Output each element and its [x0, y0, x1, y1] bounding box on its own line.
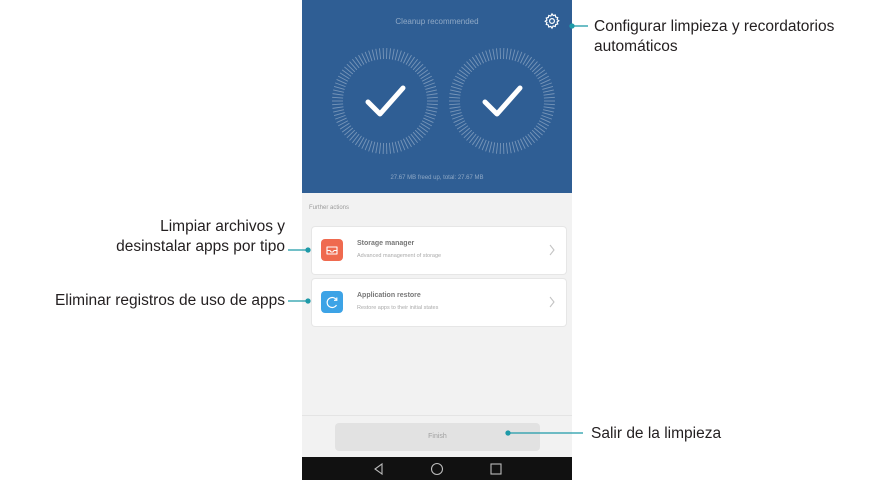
- storage-annotation-line2: desinstalar apps por tipo: [116, 238, 285, 255]
- restore-callout-dot: [305, 298, 311, 304]
- settings-annotation: Configurar limpieza y recordatorios auto…: [594, 17, 834, 57]
- settings-callout-dot: [569, 23, 575, 29]
- settings-annotation-line2: automáticos: [594, 38, 678, 55]
- finish-callout-dot: [505, 430, 511, 436]
- storage-callout-dot: [305, 247, 311, 253]
- finish-annotation: Salir de la limpieza: [591, 425, 722, 442]
- storage-annotation: Limpiar archivos y desinstalar apps por …: [116, 217, 285, 257]
- settings-annotation-line1: Configurar limpieza y recordatorios: [594, 18, 835, 35]
- restore-annotation: Eliminar registros de uso de apps: [54, 292, 285, 309]
- storage-annotation-line1: Limpiar archivos y: [160, 218, 285, 235]
